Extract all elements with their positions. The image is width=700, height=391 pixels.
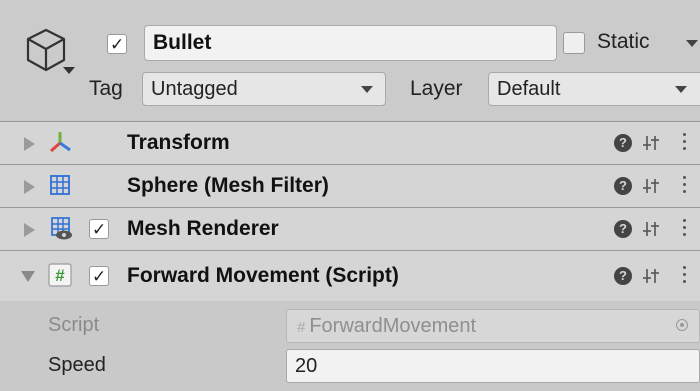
presets-icon[interactable] [642, 266, 660, 286]
tag-value: Untagged [151, 78, 238, 100]
checkmark-icon: ✓ [92, 220, 107, 239]
presets-icon[interactable] [642, 219, 660, 239]
layer-label: Layer [410, 77, 463, 100]
foldout-arrow-icon[interactable] [21, 271, 35, 282]
transform-icon [50, 132, 71, 153]
mesh-renderer-icon [51, 217, 72, 240]
foldout-arrow-icon[interactable] [24, 223, 35, 237]
static-dropdown-arrow-icon[interactable] [686, 40, 698, 47]
component-title: Mesh Renderer [127, 217, 279, 240]
inspector-panel: ✓ Bullet Static Tag Untagged Layer Defau… [0, 0, 700, 391]
layer-dropdown[interactable]: Default [488, 72, 700, 106]
component-header-transform[interactable]: Transform ? [0, 121, 700, 164]
component-title: Sphere (Mesh Filter) [127, 174, 329, 197]
chevron-down-icon [361, 86, 373, 93]
tag-label: Tag [89, 77, 123, 100]
foldout-arrow-icon[interactable] [24, 180, 35, 194]
active-checkbox[interactable]: ✓ [107, 34, 127, 54]
component-enabled-checkbox[interactable]: ✓ [89, 266, 109, 286]
help-icon[interactable]: ? [614, 220, 632, 238]
icon-dropdown-arrow-icon[interactable] [63, 67, 75, 74]
script-field-value: ForwardMovement [309, 315, 477, 337]
speed-field-label: Speed [48, 354, 106, 376]
presets-icon[interactable] [642, 176, 660, 196]
object-picker-icon [676, 319, 688, 331]
component-header-mesh-filter[interactable]: Sphere (Mesh Filter) ? [0, 164, 700, 207]
svg-text:#: # [55, 266, 65, 285]
component-title: Forward Movement (Script) [127, 264, 399, 287]
foldout-arrow-icon[interactable] [24, 137, 35, 151]
more-options-icon[interactable] [683, 133, 687, 153]
checkmark-icon: ✓ [110, 35, 125, 54]
script-field-label: Script [48, 314, 100, 336]
tag-dropdown[interactable]: Untagged [142, 72, 386, 106]
mesh-filter-icon [50, 175, 70, 195]
help-icon[interactable]: ? [614, 177, 632, 195]
layer-value: Default [497, 78, 561, 100]
static-label: Static [597, 30, 650, 53]
gameobject-header: ✓ Bullet Static Tag Untagged Layer Defau… [0, 0, 700, 121]
script-object-field: # ForwardMovement [286, 309, 700, 343]
static-checkbox[interactable] [563, 32, 585, 54]
checkmark-icon: ✓ [92, 267, 107, 286]
gameobject-name-field[interactable]: Bullet [144, 25, 557, 61]
presets-icon[interactable] [642, 133, 660, 153]
more-options-icon[interactable] [683, 176, 687, 196]
script-fields: Script # ForwardMovement Speed 20 [0, 301, 700, 391]
component-title: Transform [127, 131, 230, 154]
component-header-mesh-renderer[interactable]: ✓ Mesh Renderer ? [0, 207, 700, 250]
more-options-icon[interactable] [683, 266, 687, 286]
help-icon[interactable]: ? [614, 267, 632, 285]
component-enabled-checkbox[interactable]: ✓ [89, 219, 109, 239]
script-icon: # [48, 263, 72, 287]
speed-input[interactable]: 20 [286, 349, 700, 383]
script-icon: # [297, 319, 306, 336]
component-header-forward-movement[interactable]: # ✓ Forward Movement (Script) ? [0, 250, 700, 301]
more-options-icon[interactable] [683, 219, 687, 239]
chevron-down-icon [675, 86, 687, 93]
help-icon[interactable]: ? [614, 134, 632, 152]
